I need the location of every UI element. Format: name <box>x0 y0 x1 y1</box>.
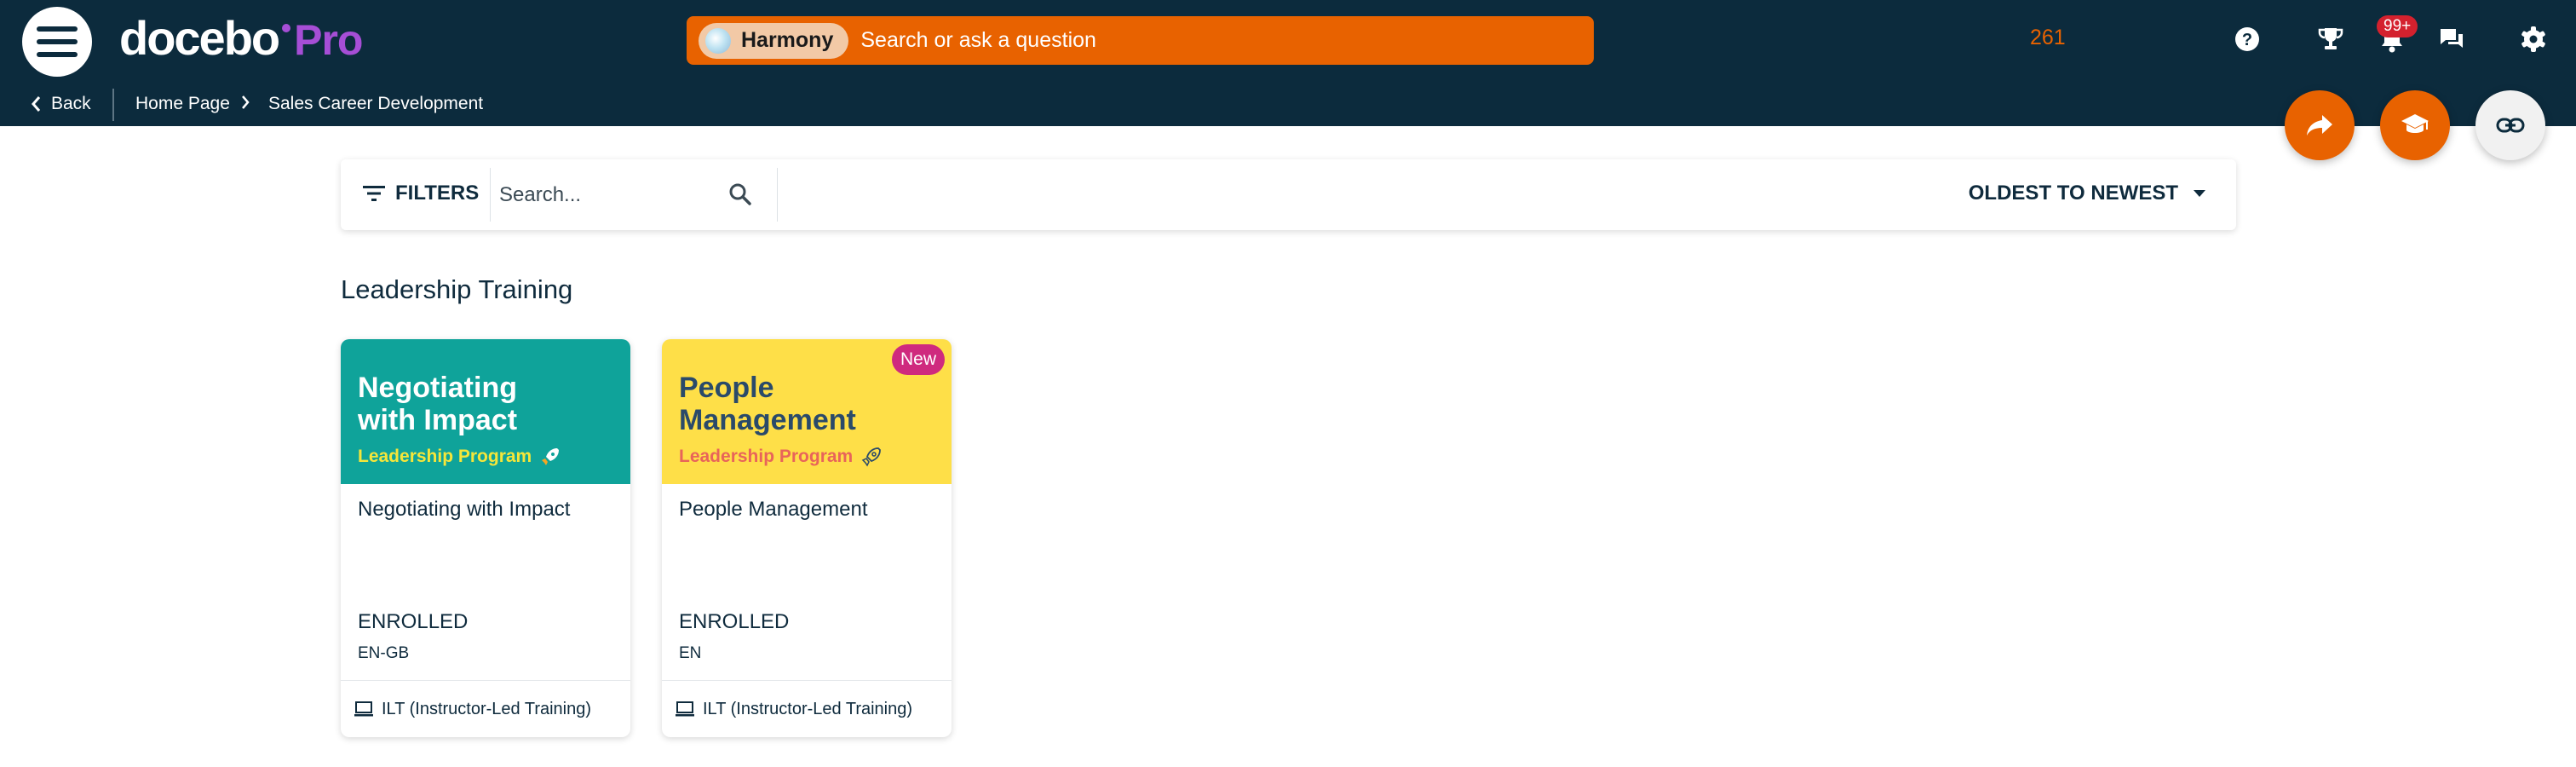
thumbnail-title: Negotiating with Impact <box>358 372 613 436</box>
chevron-right-icon <box>242 95 250 109</box>
chevron-left-icon <box>32 96 41 112</box>
catalog-search-input[interactable] <box>499 171 763 219</box>
chat-icon <box>2441 29 2463 48</box>
menu-icon <box>37 26 78 57</box>
filter-icon <box>363 186 385 201</box>
classroom-icon <box>676 701 694 717</box>
brand-wordmark: docebo <box>119 11 280 65</box>
search-divider <box>777 168 778 222</box>
course-catalog-button[interactable] <box>2380 90 2450 160</box>
thumbnail-subtitle-text: Leadership Program <box>679 447 854 466</box>
thumbnail-subtitle: Leadership Program <box>358 447 561 467</box>
course-type-label: ILT (Instructor-Led Training) <box>382 699 592 718</box>
thumbnail-title-line: People <box>679 372 774 404</box>
trophy-icon <box>2318 28 2343 49</box>
achievements-button[interactable] <box>2312 20 2349 58</box>
course-language: EN <box>679 644 702 662</box>
harmony-label: Harmony <box>741 28 834 52</box>
section-title: Leadership Training <box>341 274 573 304</box>
course-language: EN-GB <box>358 644 410 662</box>
harmony-avatar-icon <box>705 27 731 54</box>
course-type: ILT (Instructor-Led Training) <box>341 680 630 737</box>
filters-label: FILTERS <box>395 182 480 205</box>
sort-label: OLDEST TO NEWEST <box>1968 182 2178 205</box>
main-menu-button[interactable] <box>22 7 92 77</box>
course-card[interactable]: People Management Leadership Program New… <box>662 339 952 737</box>
course-card[interactable]: Negotiating with Impact Leadership Progr… <box>341 339 630 737</box>
thumbnail-subtitle-text: Leadership Program <box>358 447 532 466</box>
enrollment-status: ENROLLED <box>358 610 469 633</box>
course-type-label: ILT (Instructor-Led Training) <box>703 699 913 718</box>
thumbnail-title-line: Negotiating <box>358 372 517 404</box>
brand-dot <box>282 24 291 32</box>
copy-link-button[interactable] <box>2475 90 2545 160</box>
gear-icon <box>2521 26 2545 52</box>
caret-down-icon <box>2194 190 2205 197</box>
settings-button[interactable] <box>2515 20 2552 58</box>
share-button[interactable] <box>2285 90 2355 160</box>
back-button[interactable]: Back <box>31 92 91 116</box>
harmony-assistant-button[interactable]: Harmony <box>699 22 849 59</box>
course-name[interactable]: People Management <box>679 498 867 522</box>
svg-text:?: ? <box>2242 31 2252 49</box>
user-points: 261 <box>2030 26 2066 49</box>
new-badge: New <box>891 344 945 375</box>
notifications-count-badge: 99+ <box>2377 15 2418 37</box>
brand-logo[interactable]: docebo Pro <box>119 10 363 70</box>
share-icon <box>2307 115 2332 136</box>
breadcrumb-current-page: Sales Career Development <box>268 94 484 113</box>
graduation-cap-icon <box>2401 114 2429 133</box>
global-search-bar[interactable]: Harmony Search or ask a question <box>687 16 1594 65</box>
link-icon <box>2496 118 2525 133</box>
rocket-icon <box>861 447 882 467</box>
messages-button[interactable] <box>2433 20 2470 58</box>
course-thumbnail: Negotiating with Impact Leadership Progr… <box>341 339 630 484</box>
filter-divider <box>490 168 491 222</box>
rocket-icon <box>542 448 560 465</box>
breadcrumb-home-link[interactable]: Home Page <box>135 94 230 114</box>
thumbnail-title-line: Management <box>679 404 856 436</box>
help-icon: ? <box>2235 27 2259 51</box>
classroom-icon <box>354 701 373 717</box>
thumbnail-title: People Management <box>679 372 934 436</box>
filters-button[interactable]: FILTERS <box>363 182 479 205</box>
course-thumbnail: People Management Leadership Program New <box>662 339 952 484</box>
back-label: Back <box>51 94 91 113</box>
filter-bar: FILTERS OLDEST TO NEWEST <box>341 159 2236 230</box>
thumbnail-title-line: with Impact <box>358 404 518 436</box>
top-header: docebo Pro Harmony Search or ask a quest… <box>0 0 2576 126</box>
enrollment-status: ENROLLED <box>679 610 790 633</box>
thumbnail-subtitle: Leadership Program <box>679 447 882 467</box>
course-type: ILT (Instructor-Led Training) <box>662 680 952 737</box>
breadcrumb-divider <box>112 89 114 121</box>
global-search-placeholder[interactable]: Search or ask a question <box>860 28 1096 53</box>
search-icon[interactable] <box>728 182 752 206</box>
course-name[interactable]: Negotiating with Impact <box>358 498 570 522</box>
help-button[interactable]: ? <box>2228 20 2266 58</box>
sort-dropdown[interactable]: OLDEST TO NEWEST <box>1969 182 2205 205</box>
brand-tier: Pro <box>294 16 363 64</box>
